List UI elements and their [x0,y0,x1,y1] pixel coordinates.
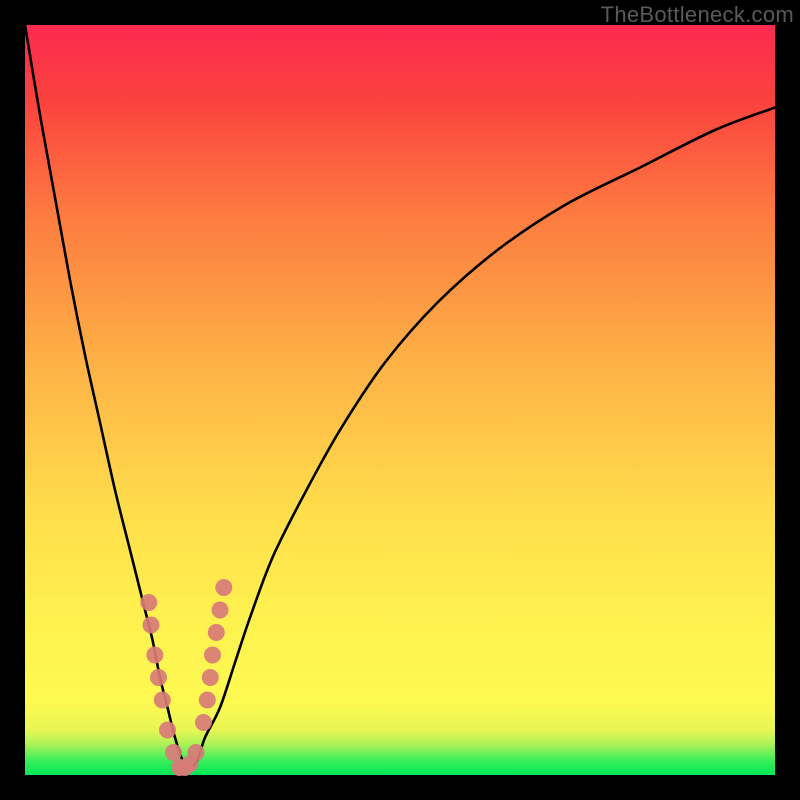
data-point-markers [140,579,232,776]
data-point-marker [188,744,205,761]
data-point-marker [215,579,232,596]
data-point-marker [208,624,225,641]
chart-svg [25,25,775,775]
bottleneck-curve [25,25,775,768]
data-point-marker [143,617,160,634]
data-point-marker [212,602,229,619]
data-point-marker [195,714,212,731]
data-point-marker [199,692,216,709]
plot-area [25,25,775,775]
data-point-marker [204,647,221,664]
data-point-marker [150,669,167,686]
data-point-marker [140,594,157,611]
data-point-marker [154,692,171,709]
data-point-marker [146,647,163,664]
data-point-marker [165,744,182,761]
data-point-marker [202,669,219,686]
data-point-marker [159,722,176,739]
chart-frame: TheBottleneck.com [0,0,800,800]
